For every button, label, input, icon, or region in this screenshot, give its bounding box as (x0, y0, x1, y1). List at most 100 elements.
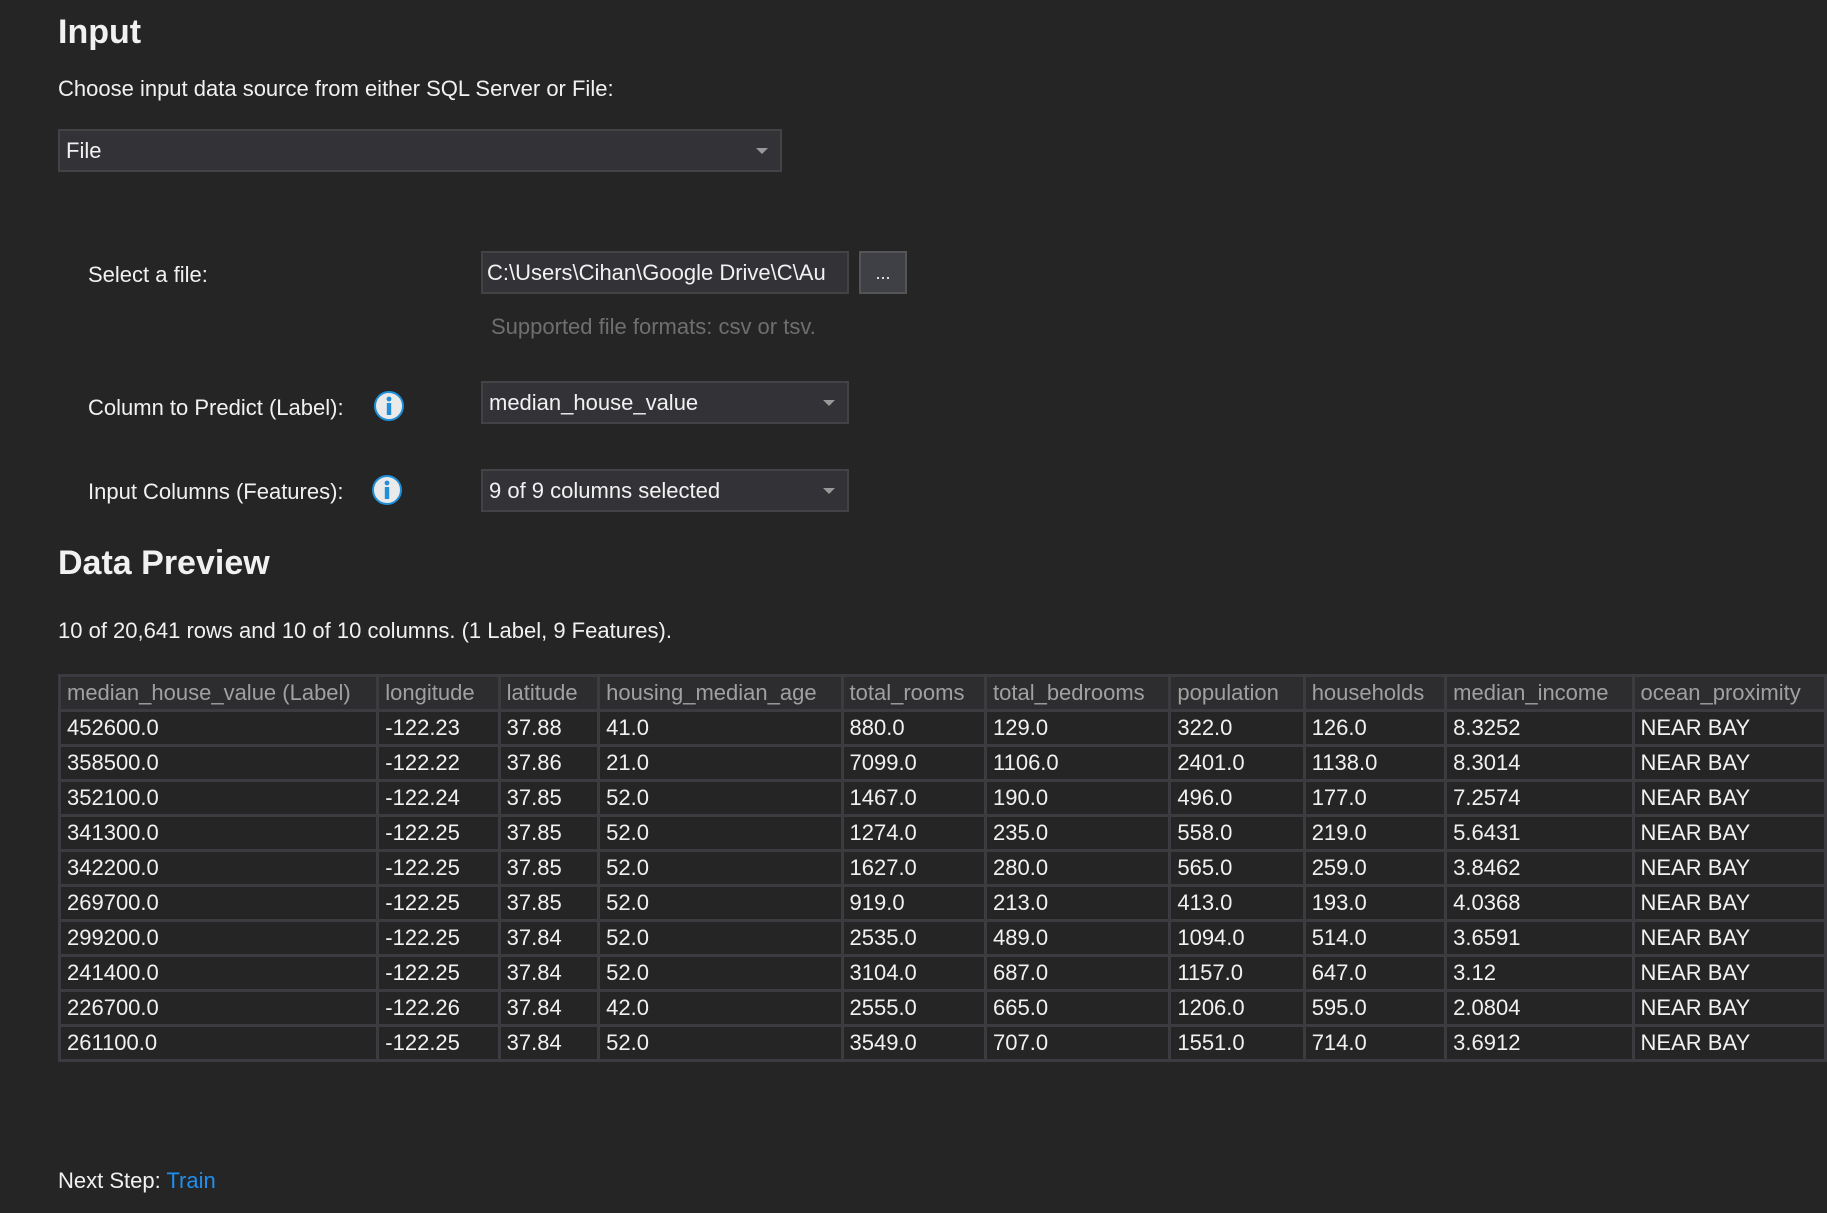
table-cell: NEAR BAY (1631, 849, 1827, 887)
table-cell: 37.85 (497, 849, 601, 887)
column-header[interactable]: total_bedrooms (983, 674, 1172, 712)
column-header[interactable]: latitude (497, 674, 601, 712)
info-icon[interactable] (374, 391, 404, 421)
table-cell: 2.0804 (1444, 989, 1635, 1027)
table-cell: 52.0 (597, 884, 844, 922)
table-cell: 714.0 (1302, 1024, 1448, 1062)
table-cell: NEAR BAY (1631, 744, 1827, 782)
table-cell: NEAR BAY (1631, 709, 1827, 747)
table-cell: -122.24 (376, 779, 501, 817)
table-cell: 261100.0 (57, 1024, 380, 1062)
table-cell: NEAR BAY (1631, 884, 1827, 922)
table-cell: 489.0 (983, 919, 1172, 957)
table-cell: 595.0 (1302, 989, 1448, 1027)
table-cell: 42.0 (597, 989, 844, 1027)
table-cell: 687.0 (983, 954, 1172, 992)
table-cell: -122.25 (376, 1024, 501, 1062)
info-icon[interactable] (372, 475, 402, 505)
table-cell: 226700.0 (57, 989, 380, 1027)
select-file-label: Select a file: (88, 262, 208, 287)
table-cell: 41.0 (597, 709, 844, 747)
column-header[interactable]: housing_median_age (597, 674, 844, 712)
table-cell: 37.85 (497, 884, 601, 922)
table-cell: 299200.0 (57, 919, 380, 957)
table-cell: -122.25 (376, 919, 501, 957)
table-cell: 3.8462 (1444, 849, 1635, 887)
table-cell: 496.0 (1168, 779, 1306, 817)
table-cell: 1094.0 (1168, 919, 1306, 957)
next-step-label: Next Step: (58, 1168, 161, 1193)
table-cell: -122.25 (376, 814, 501, 852)
data-source-selected: File (66, 137, 102, 163)
table-cell: 514.0 (1302, 919, 1448, 957)
file-path-input[interactable] (481, 251, 849, 294)
feature-columns-dropdown[interactable]: 9 of 9 columns selected (481, 469, 849, 512)
table-cell: 52.0 (597, 779, 844, 817)
table-cell: 1467.0 (840, 779, 987, 817)
table-cell: 919.0 (840, 884, 987, 922)
table-cell: -122.26 (376, 989, 501, 1027)
table-cell: 190.0 (983, 779, 1172, 817)
table-cell: 37.88 (497, 709, 601, 747)
table-cell: 52.0 (597, 849, 844, 887)
table-cell: NEAR BAY (1631, 1024, 1827, 1062)
table-cell: 3.6912 (1444, 1024, 1635, 1062)
table-cell: 1274.0 (840, 814, 987, 852)
table-cell: NEAR BAY (1631, 779, 1827, 817)
data-preview-grid[interactable]: median_house_value (Label) longitude latit… (57, 674, 1827, 1062)
table-cell: 5.6431 (1444, 814, 1635, 852)
table-cell: 21.0 (597, 744, 844, 782)
table-cell: 37.84 (497, 954, 601, 992)
table-cell: 52.0 (597, 1024, 844, 1062)
table-cell: 342200.0 (57, 849, 380, 887)
table-cell: 193.0 (1302, 884, 1448, 922)
table-cell: 126.0 (1302, 709, 1448, 747)
table-row: 452600.0 -122.23 37.88 41.0 880.0 129.0 322.0 1… (57, 709, 1827, 747)
table-cell: 280.0 (983, 849, 1172, 887)
column-header[interactable]: total_rooms (840, 674, 987, 712)
column-header[interactable]: ocean_proximity (1631, 674, 1827, 712)
table-cell: NEAR BAY (1631, 954, 1827, 992)
data-source-dropdown[interactable]: File (58, 129, 782, 172)
table-cell: 129.0 (983, 709, 1172, 747)
table-cell: 1627.0 (840, 849, 987, 887)
table-cell: 665.0 (983, 989, 1172, 1027)
table-cell: 37.84 (497, 919, 601, 957)
table-cell: 213.0 (983, 884, 1172, 922)
table-row: 358500.0 -122.22 37.86 21.0 7099.0 1106.0 2401… (57, 744, 1827, 782)
table-cell: 52.0 (597, 814, 844, 852)
table-cell: 4.0368 (1444, 884, 1635, 922)
table-row: 352100.0 -122.24 37.85 52.0 1467.0 190.0 496.0… (57, 779, 1827, 817)
table-cell: 352100.0 (57, 779, 380, 817)
table-cell: 177.0 (1302, 779, 1448, 817)
column-header[interactable]: median_income (1444, 674, 1635, 712)
table-cell: NEAR BAY (1631, 989, 1827, 1027)
table-row: 269700.0 -122.25 37.85 52.0 919.0 213.0 413.0 1… (57, 884, 1827, 922)
column-header[interactable]: median_house_value (Label) (57, 674, 380, 712)
feature-columns-label: Input Columns (Features): (88, 479, 344, 504)
data-preview-summary: 10 of 20,641 rows and 10 of 10 columns. … (58, 618, 672, 643)
column-header[interactable]: longitude (376, 674, 501, 712)
table-cell: -122.25 (376, 954, 501, 992)
chevron-down-icon (756, 147, 768, 154)
chevron-down-icon (823, 399, 835, 406)
table-cell: 358500.0 (57, 744, 380, 782)
column-header[interactable]: households (1302, 674, 1448, 712)
table-cell: 558.0 (1168, 814, 1306, 852)
table-cell: 241400.0 (57, 954, 380, 992)
label-column-dropdown[interactable]: median_house_value (481, 381, 849, 424)
supported-formats-hint: Supported file formats: csv or tsv. (491, 314, 816, 339)
table-cell: 219.0 (1302, 814, 1448, 852)
train-link[interactable]: Train (166, 1168, 215, 1193)
grid-header-row: median_house_value (Label) longitude latit… (57, 674, 1827, 712)
browse-file-button[interactable]: ... (859, 251, 907, 294)
table-cell: 2401.0 (1168, 744, 1306, 782)
column-header[interactable]: population (1168, 674, 1306, 712)
table-row: 226700.0 -122.26 37.84 42.0 2555.0 665.0 1206.… (57, 989, 1827, 1027)
table-cell: 1551.0 (1168, 1024, 1306, 1062)
table-cell: 37.85 (497, 779, 601, 817)
next-step: Next Step: Train (58, 1167, 216, 1195)
data-preview-title: Data Preview (58, 544, 270, 582)
table-cell: 452600.0 (57, 709, 380, 747)
feature-columns-selected: 9 of 9 columns selected (489, 477, 721, 503)
